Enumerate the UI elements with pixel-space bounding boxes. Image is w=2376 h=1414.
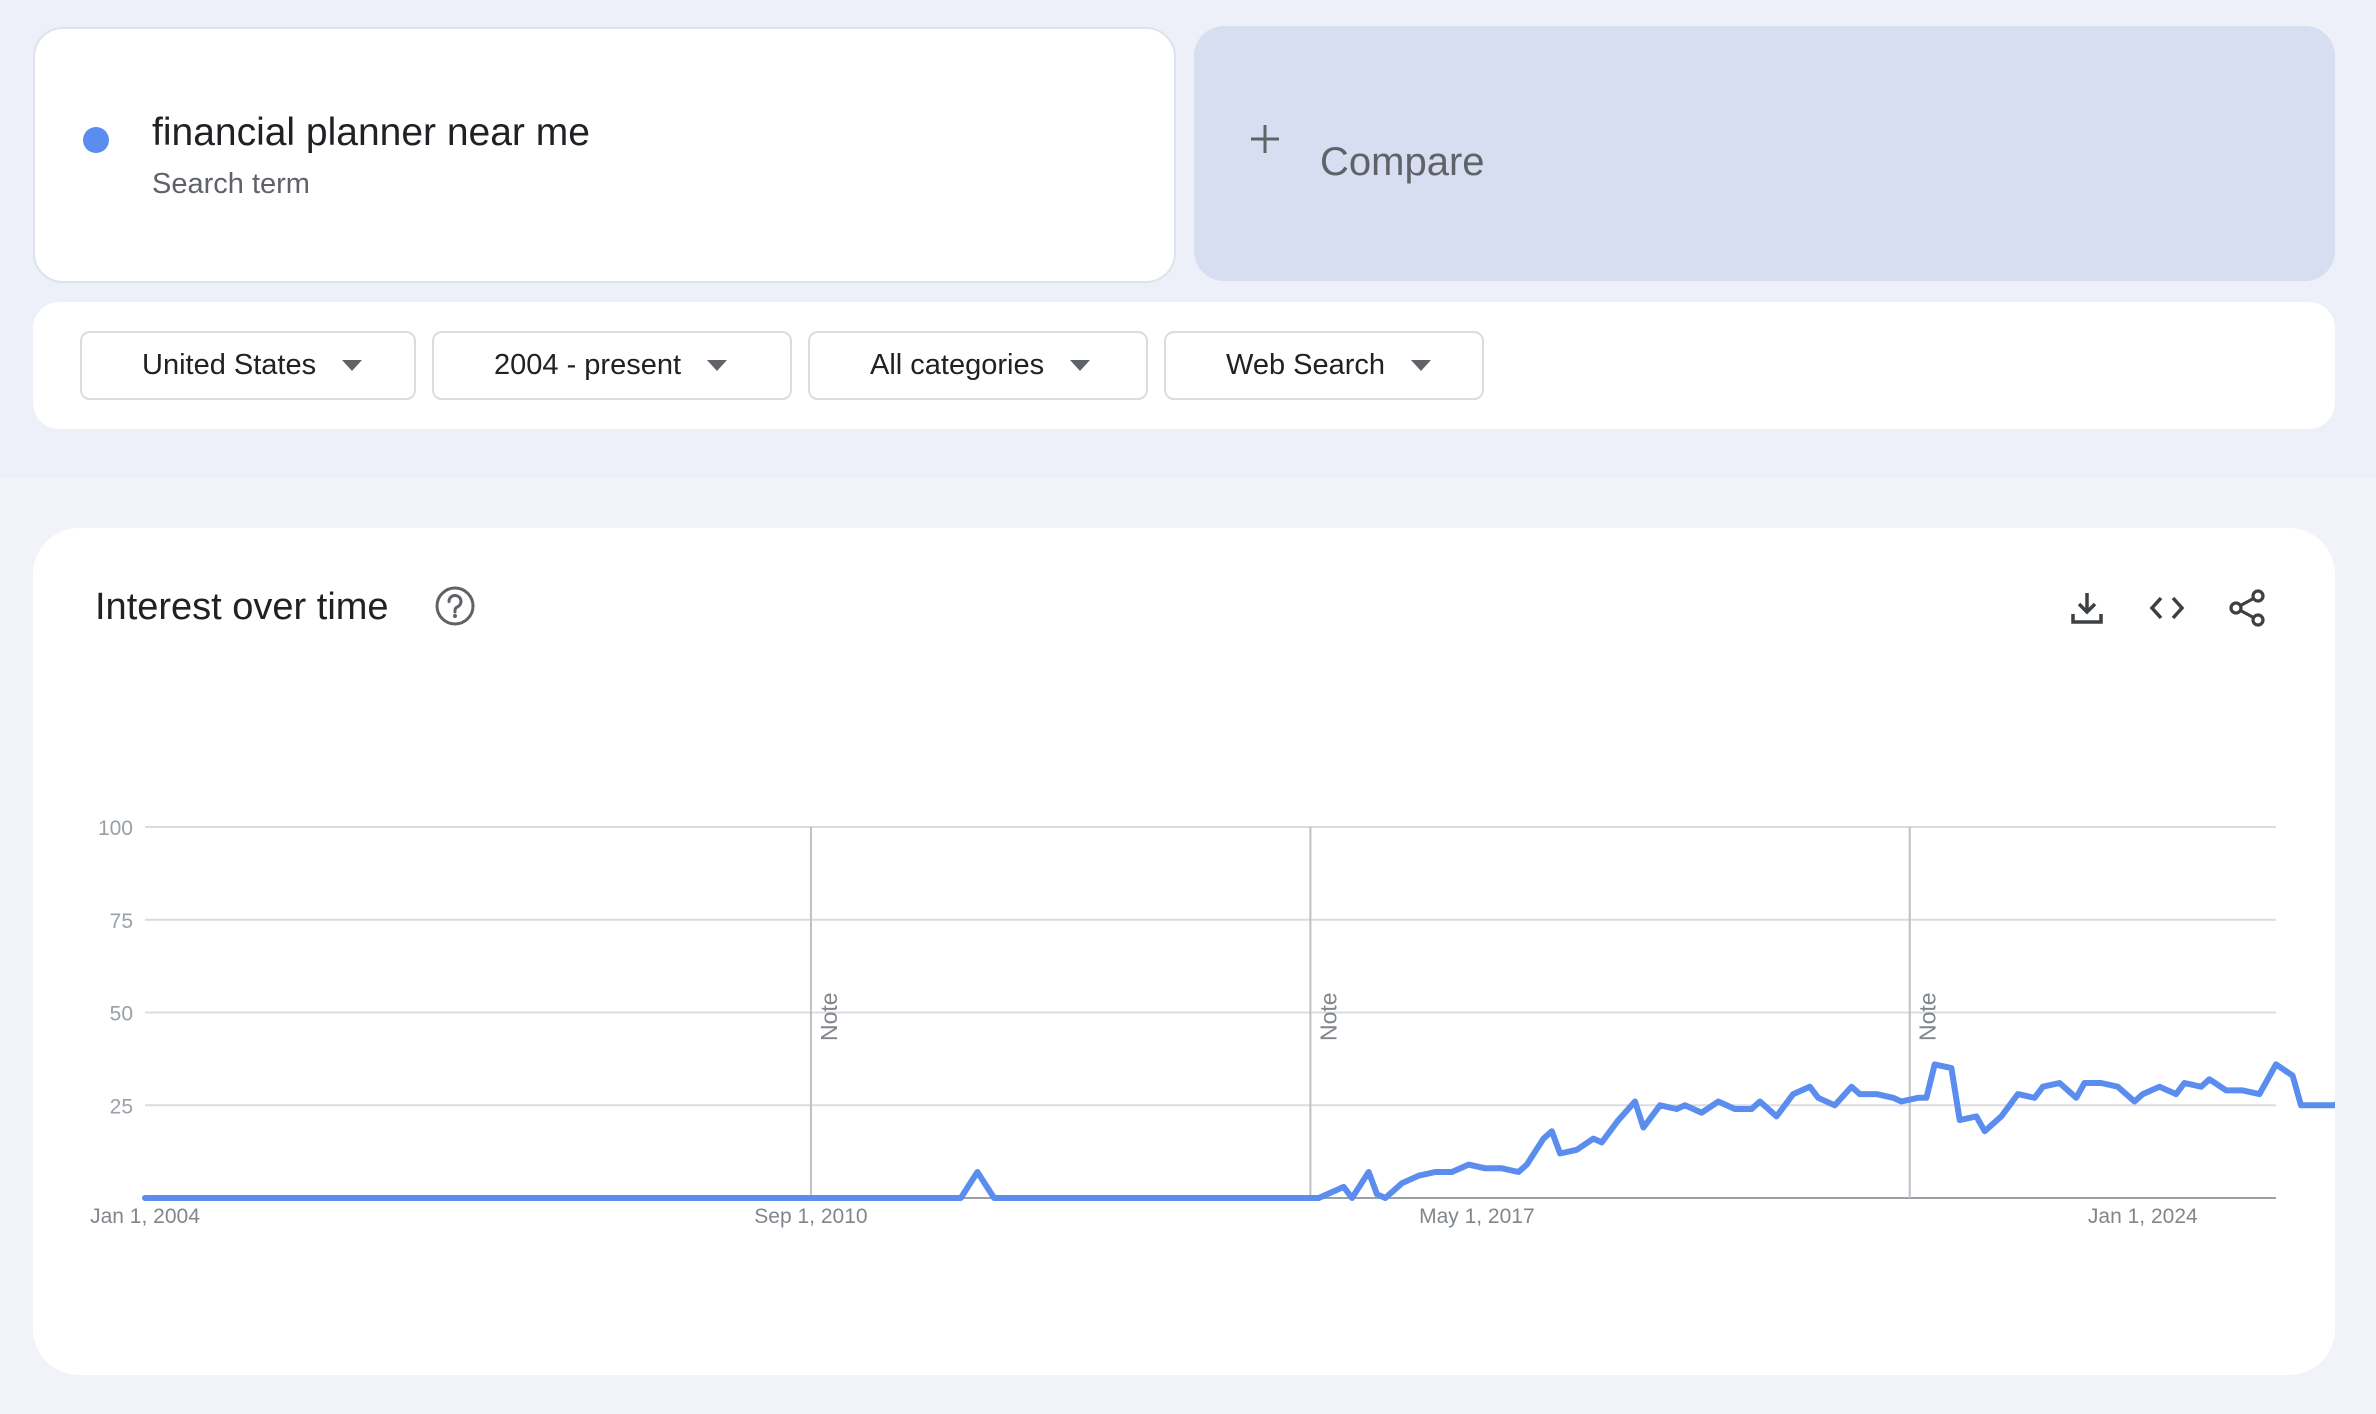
filter-bar: United States 2004 - present All categor… bbox=[33, 302, 2335, 429]
search-term-card[interactable]: financial planner near me Search term bbox=[33, 27, 1176, 283]
filter-category-label: All categories bbox=[870, 349, 1045, 381]
x-tick-label: May 1, 2017 bbox=[1419, 1205, 1535, 1228]
compare-label: Compare bbox=[1320, 140, 1485, 184]
note-label: Note bbox=[1315, 992, 1341, 1041]
x-tick-label: Sep 1, 2010 bbox=[754, 1205, 867, 1228]
note-label: Note bbox=[1915, 992, 1941, 1041]
y-tick-label: 50 bbox=[110, 1003, 133, 1026]
interest-line-chart[interactable]: 25 50 75 100 Note Note Note Jan 1, 2004 Sep 1, 2… bbox=[33, 528, 2335, 1375]
chevron-down-icon bbox=[342, 360, 363, 371]
filter-search-type-label: Web Search bbox=[1226, 349, 1386, 381]
chevron-down-icon bbox=[1070, 360, 1091, 371]
interest-over-time-card: Interest over time 25 50 75 100 Note Note Note… bbox=[33, 528, 2335, 1375]
y-tick-label: 75 bbox=[110, 910, 133, 933]
plus-icon bbox=[1251, 125, 1279, 153]
x-tick-label: Jan 1, 2024 bbox=[2088, 1205, 2198, 1228]
search-term-subtitle: Search term bbox=[152, 168, 310, 200]
filter-region-dropdown[interactable]: United States bbox=[80, 331, 416, 400]
term-color-dot bbox=[83, 127, 109, 153]
filter-category-dropdown[interactable]: All categories bbox=[808, 331, 1148, 400]
chevron-down-icon bbox=[1411, 360, 1432, 371]
y-tick-label: 100 bbox=[98, 817, 133, 840]
chevron-down-icon bbox=[707, 360, 728, 371]
filter-region-label: United States bbox=[142, 349, 317, 381]
search-term-name[interactable]: financial planner near me bbox=[152, 111, 590, 155]
note-label: Note bbox=[816, 992, 842, 1041]
y-tick-label: 25 bbox=[110, 1095, 133, 1118]
filter-search-type-dropdown[interactable]: Web Search bbox=[1164, 331, 1484, 400]
filter-time-label: 2004 - present bbox=[494, 349, 682, 381]
filter-time-dropdown[interactable]: 2004 - present bbox=[432, 331, 792, 400]
compare-button[interactable]: Compare bbox=[1194, 26, 2335, 281]
x-tick-label: Jan 1, 2004 bbox=[90, 1205, 200, 1228]
